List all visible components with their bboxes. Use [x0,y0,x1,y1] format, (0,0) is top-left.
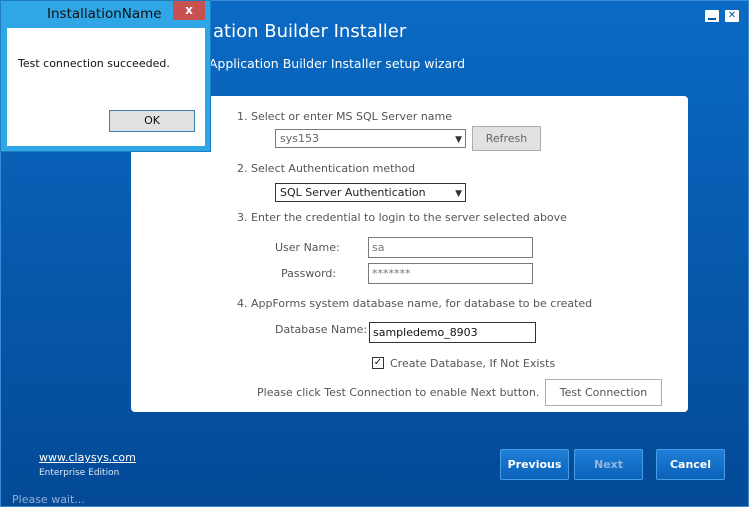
previous-button[interactable]: Previous [500,449,569,480]
step2-label: 2. Select Authentication method [237,162,416,175]
website-link[interactable]: www.claysys.com [39,451,136,464]
dbname-label: Database Name: [275,323,368,336]
username-field[interactable]: sa [368,237,533,258]
server-select[interactable]: sys153 ▼ [275,129,466,148]
status-text: Please wait... [12,493,85,506]
dialog-message: Test connection succeeded. [18,57,170,70]
minimize-button[interactable] [705,10,719,22]
test-connection-button[interactable]: Test Connection [545,379,662,406]
cancel-button[interactable]: Cancel [656,449,725,480]
installer-subtitle: ys Application Builder Installer setup w… [191,56,466,71]
test-hint: Please click Test Connection to enable N… [257,386,540,399]
close-window-button[interactable]: ✕ [725,10,739,22]
dbname-field[interactable]: sampledemo_8903 [369,322,536,343]
step3-label: 3. Enter the credential to login to the … [237,211,567,224]
auth-select[interactable]: SQL Server Authentication ▼ [275,183,466,202]
minimize-icon [708,17,716,20]
chevron-down-icon: ▼ [455,189,462,199]
step4-label: 4. AppForms system database name, for da… [237,297,593,310]
chevron-down-icon: ▼ [455,135,462,145]
dialog-body: Test connection succeeded. OK [7,28,205,146]
installer-title: ation Builder Installer [213,21,407,42]
ok-button[interactable]: OK [109,110,195,132]
checkmark-icon: ✓ [373,357,383,368]
create-db-label: Create Database, If Not Exists [390,357,556,370]
dialog-close-button[interactable]: x [173,1,205,20]
server-value: sys153 [280,132,319,145]
step1-label: 1. Select or enter MS SQL Server name [237,110,453,123]
message-dialog: InstallationName x Test connection succe… [0,0,211,152]
close-icon: x [185,3,193,17]
create-db-checkbox[interactable]: ✓ [372,357,384,369]
password-field[interactable]: ******* [368,263,533,284]
password-label: Password: [281,267,337,280]
close-icon: ✕ [727,10,737,21]
edition-label: Enterprise Edition [39,468,120,478]
auth-value: SQL Server Authentication [280,186,426,199]
next-button[interactable]: Next [574,449,643,480]
dialog-title: InstallationName [47,6,162,22]
username-label: User Name: [275,241,340,254]
setup-panel: 1. Select or enter MS SQL Server name sy… [131,96,688,412]
refresh-button[interactable]: Refresh [472,126,541,151]
